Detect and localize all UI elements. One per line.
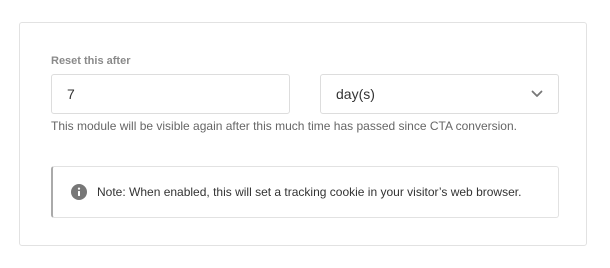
tracking-cookie-notice: Note: When enabled, this will set a trac… xyxy=(51,166,559,218)
reset-help-text: This module will be visible again after … xyxy=(51,119,517,133)
reset-unit-selected-value: day(s) xyxy=(336,86,375,102)
chevron-down-icon xyxy=(530,87,544,101)
notice-text: Note: When enabled, this will set a trac… xyxy=(97,185,522,199)
reset-settings-card: Reset this after day(s) This module will… xyxy=(19,22,587,246)
reset-value-input[interactable] xyxy=(51,74,290,114)
reset-unit-select[interactable]: day(s) xyxy=(320,74,559,114)
reset-after-label: Reset this after xyxy=(51,55,131,67)
info-icon xyxy=(71,184,87,200)
